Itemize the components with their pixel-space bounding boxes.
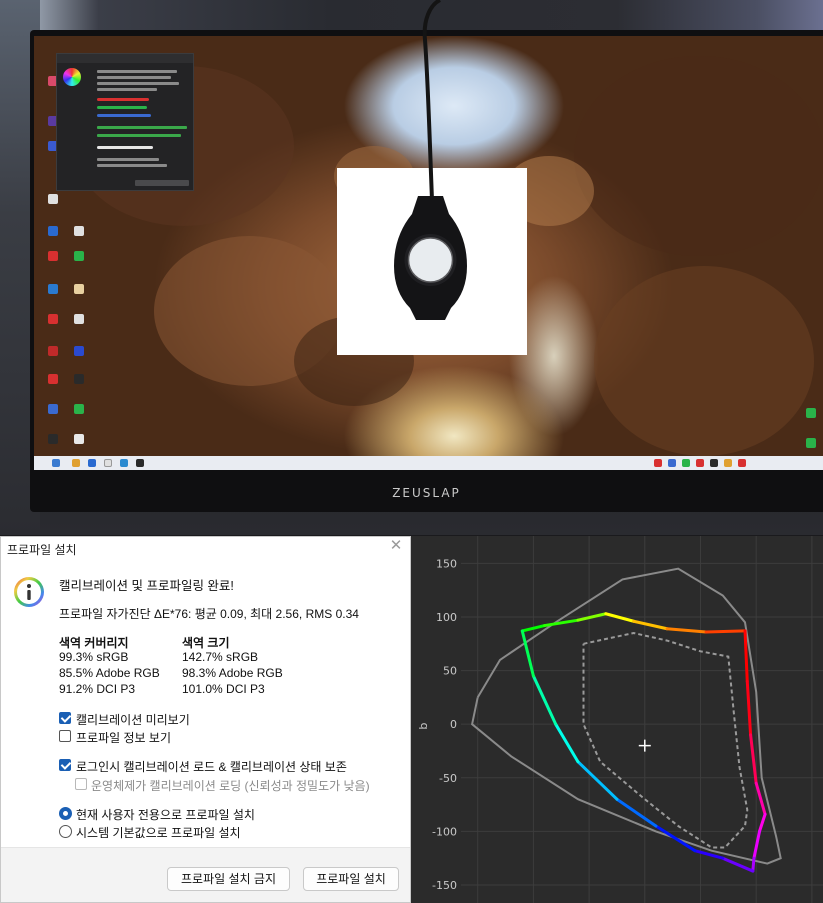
current-user-radio[interactable] (59, 807, 72, 820)
volume-dci-p3: 101.0% DCI P3 (182, 682, 265, 696)
desktop-icon (806, 438, 816, 448)
system-default-radio-label: 시스템 기본값으로 프로파일 설치 (76, 826, 241, 840)
target-gamut-outline (582, 631, 749, 849)
desktop-icon (48, 374, 58, 384)
y-tick-label: -150 (432, 879, 457, 892)
coverage-adobe-rgb: 85.5% Adobe RGB (59, 666, 160, 680)
measured-gamut-segment (554, 722, 580, 764)
reference-gamut-outline (470, 567, 782, 865)
info-icon (14, 577, 44, 607)
self-check-summary: 프로파일 자가진단 ΔE*76: 평균 0.09, 최대 2.56, RMS 0… (59, 607, 359, 621)
desktop-icon (74, 284, 84, 294)
preview-checkbox[interactable] (59, 712, 71, 724)
measured-gamut-segment (531, 674, 558, 726)
measured-gamut-segment (615, 797, 658, 828)
desktop-icon (48, 226, 58, 236)
load-on-login-checkbox[interactable] (59, 759, 71, 771)
volume-header: 색역 크기 (182, 636, 230, 650)
y-tick-label: -100 (432, 825, 457, 838)
measured-gamut-segment (752, 829, 762, 860)
measured-gamut-segment (751, 856, 756, 873)
coverage-header: 색역 커버리지 (59, 636, 129, 650)
desktop-icon (74, 314, 84, 324)
dialog-footer: 프로파일 설치 금지 프로파일 설치 (1, 847, 410, 902)
coverage-dci-p3: 91.2% DCI P3 (59, 682, 136, 696)
desktop-icon (74, 226, 84, 236)
y-tick-label: -50 (439, 772, 457, 785)
profile-install-dialog: 프로파일 설치 ✕ 캘리브레이션 및 프로파일링 완료! 프로파일 자가진단 Δ… (0, 536, 411, 903)
gamut-chart: 150 100 50 0 -50 -100 -150 b (411, 536, 823, 903)
load-on-login-checkbox-label: 로그인시 캘리브레이션 로드 & 캘리브레이션 상태 보존 (76, 760, 347, 774)
measured-gamut-segment (654, 824, 697, 853)
colorimeter-icon (394, 196, 467, 320)
profile-info-checkbox[interactable] (59, 730, 71, 742)
desktop-icon (74, 251, 84, 261)
y-tick-label: 100 (436, 611, 457, 624)
background-wall (0, 0, 823, 34)
dont-install-button[interactable]: 프로파일 설치 금지 (167, 867, 290, 891)
measured-gamut-segment (758, 812, 767, 833)
measured-gamut-segment (745, 679, 753, 737)
system-default-radio[interactable] (59, 825, 72, 838)
measured-gamut-segment (749, 733, 758, 785)
desktop-icon (48, 251, 58, 261)
desktop-icon (48, 434, 58, 444)
gamut-chart-plot: 150 100 50 0 -50 -100 -150 b (417, 536, 823, 903)
preview-checkbox-label: 캘리브레이션 미리보기 (76, 713, 190, 727)
desktop-icon (48, 404, 58, 414)
volume-adobe-rgb: 98.3% Adobe RGB (182, 666, 283, 680)
current-user-radio-label: 현재 사용자 전용으로 프로파일 설치 (76, 808, 255, 822)
completion-headline: 캘리브레이션 및 프로파일링 완료! (59, 579, 234, 593)
coverage-srgb: 99.3% sRGB (59, 650, 129, 664)
measured-gamut-segment (543, 618, 580, 628)
desktop-icon (48, 284, 58, 294)
monitor-photo: ZEUSLAP (0, 0, 823, 535)
measured-gamut-segment (632, 619, 669, 631)
measured-gamut-segment (576, 760, 619, 801)
desktop-icon (74, 346, 84, 356)
volume-srgb: 142.7% sRGB (182, 650, 259, 664)
dialog-titlebar: 프로파일 설치 ✕ (1, 537, 410, 559)
desktop-icon (48, 194, 58, 204)
close-icon[interactable]: ✕ (388, 538, 404, 554)
install-profile-button[interactable]: 프로파일 설치 (303, 867, 399, 891)
measured-gamut-segment (604, 612, 636, 623)
y-tick-label: 150 (436, 557, 457, 570)
profile-info-checkbox-label: 프로파일 정보 보기 (76, 731, 171, 745)
desktop-icon (74, 374, 84, 384)
desktop-icon (74, 434, 84, 444)
desktop-icon (48, 314, 58, 324)
y-axis-label: b (417, 723, 430, 730)
dialog-title: 프로파일 설치 (7, 543, 77, 557)
desktop-icon (74, 404, 84, 414)
os-loading-checkbox-label: 운영체제가 캘리브레이션 로딩 (신뢰성과 정밀도가 낮음) (91, 779, 370, 793)
desktop-icon (48, 346, 58, 356)
calibration-app-window (56, 53, 194, 191)
measured-gamut-segment (704, 629, 747, 634)
os-loading-checkbox[interactable] (75, 778, 87, 790)
y-tick-label: 50 (443, 665, 457, 678)
desktop-icon (806, 408, 816, 418)
y-tick-label: 0 (450, 718, 457, 731)
windows-taskbar (34, 456, 823, 470)
monitor-brand-logo: ZEUSLAP (392, 486, 461, 500)
